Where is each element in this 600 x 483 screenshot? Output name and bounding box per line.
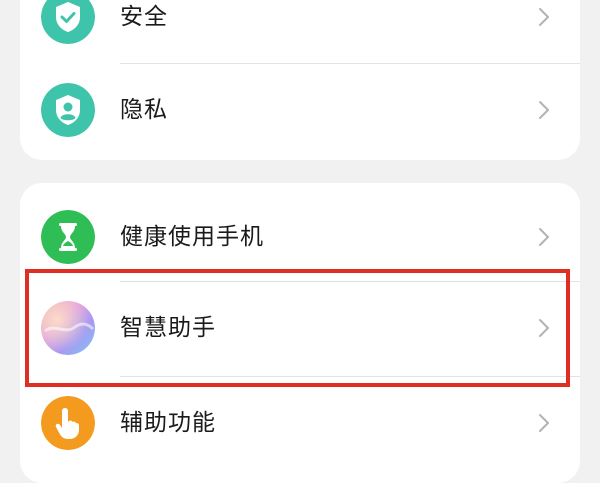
settings-item-label: 辅助功能 [120,410,216,436]
settings-item-privacy[interactable]: 隐私 [20,63,580,157]
chevron-right-icon [534,412,554,434]
settings-group-security: 安全 隐私 [20,0,580,160]
settings-item-label: 健康使用手机 [120,224,264,250]
settings-item-label: 智慧助手 [120,315,216,341]
settings-group-wellbeing: 健康使用手机 智慧助手 辅助功能 [20,183,580,483]
smart-assistant-gradient-icon [41,301,95,355]
hand-tap-icon [41,396,95,450]
chevron-right-icon [534,226,554,248]
settings-item-security[interactable]: 安全 [20,0,580,64]
chevron-right-icon [534,6,554,28]
settings-item-smart-assistant[interactable]: 智慧助手 [20,281,580,375]
privacy-shield-user-icon [41,83,95,137]
settings-item-accessibility[interactable]: 辅助功能 [20,376,580,470]
hourglass-icon [41,210,95,264]
shield-check-icon [41,0,95,44]
settings-item-label: 隐私 [120,97,168,123]
chevron-right-icon [534,317,554,339]
settings-item-digital-balance[interactable]: 健康使用手机 [20,190,580,284]
chevron-right-icon [534,99,554,121]
settings-item-label: 安全 [120,4,168,30]
